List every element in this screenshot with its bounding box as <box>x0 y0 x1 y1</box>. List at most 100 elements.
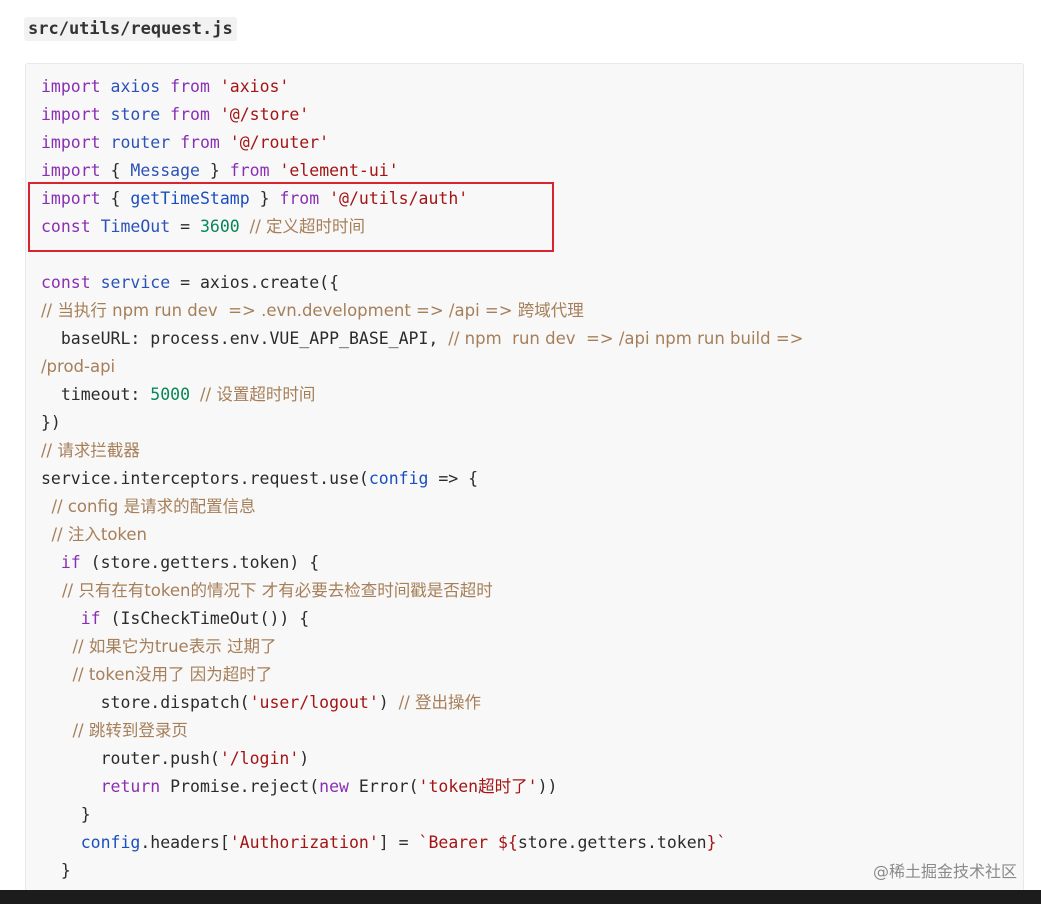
code-token: ) <box>378 693 399 712</box>
code-line: import { Message } from 'element-ui' <box>41 157 1013 185</box>
code-line: store.dispatch('user/logout') // 登出操作 <box>41 689 1013 717</box>
code-line: timeout: 5000 // 设置超时时间 <box>41 381 1013 409</box>
code-line: // config 是请求的配置信息 <box>41 493 1013 521</box>
code-token: }` <box>706 833 727 852</box>
code-line: // 只有在有token的情况下 才有必要去检查时间戳是否超时 <box>41 577 1013 605</box>
code-line: import { getTimeStamp } from '@/utils/au… <box>41 185 1013 213</box>
code-token: from <box>229 161 280 180</box>
code-block: import axios from 'axios' import store fr… <box>25 63 1024 893</box>
code-token: 'element-ui' <box>279 161 399 180</box>
bottom-bar <box>0 890 1041 904</box>
code-token: // 设置超时时间 <box>199 385 316 404</box>
code-token: store.getters.token <box>517 833 707 852</box>
code-token: = axios.create({ <box>180 273 340 292</box>
code-line: if (store.getters.token) { <box>41 549 1013 577</box>
code-token: from <box>170 105 220 124</box>
code-token: // 如果它为true表示 过期了 <box>41 637 277 656</box>
file-title: src/utils/request.js <box>24 17 237 41</box>
code-token: 'user/logout' <box>249 693 379 712</box>
code-token: Error( <box>358 777 419 796</box>
code-token: // 跳转到登录页 <box>41 721 188 740</box>
code-line: service.interceptors.request.use(config … <box>41 465 1013 493</box>
code-token: `Bearer ${ <box>418 833 518 852</box>
code-token: timeout: <box>41 385 151 404</box>
code-token: '@/utils/auth' <box>329 189 469 208</box>
code-token: const <box>41 273 101 292</box>
code-token: config <box>41 833 141 852</box>
code-line: /prod-api <box>41 353 1013 381</box>
code-token: )) <box>537 777 558 796</box>
code-line: config.headers['Authorization'] = `Beare… <box>41 829 1013 857</box>
code-token: import <box>41 161 111 180</box>
code-token: service.interceptors.request.use( <box>41 469 369 488</box>
code-token: .headers[ <box>140 833 230 852</box>
code-line: import axios from 'axios' <box>41 73 1013 101</box>
code-token: import <box>41 105 111 124</box>
code-token: /prod-api <box>41 357 116 376</box>
code-line: return Promise.reject(new Error('token超时… <box>41 773 1013 801</box>
code-token: baseURL: process.env.VUE_APP_BASE_API, <box>41 329 449 348</box>
code-token: (store.getters.token) { <box>90 553 320 572</box>
code-token: '/login' <box>219 749 300 768</box>
code-token: // 只有在有token的情况下 才有必要去检查时间戳是否超时 <box>41 581 493 600</box>
code-token: => { <box>438 469 479 488</box>
code-token: // 请求拦截器 <box>41 441 140 460</box>
code-token: import <box>41 133 111 152</box>
code-token: // npm run dev => /api npm run build => <box>448 329 804 348</box>
code-token: if <box>41 609 111 628</box>
code-token: import <box>41 189 111 208</box>
code-token: } <box>41 805 91 824</box>
code-token: from <box>170 77 220 96</box>
code-token: = <box>180 217 200 236</box>
code-token: // 定义超时时间 <box>249 217 366 236</box>
code-line: // 跳转到登录页 <box>41 717 1013 745</box>
code-token: new <box>319 777 359 796</box>
code-token: axios <box>110 77 171 96</box>
code-token: { <box>110 189 131 208</box>
code-token: // 登出操作 <box>398 693 482 712</box>
code-line: } <box>41 801 1013 829</box>
code-token: ) <box>299 749 310 768</box>
code-token: // 注入token <box>41 525 147 544</box>
code-token: 3600 <box>199 217 250 236</box>
code-token: Promise.reject( <box>170 777 320 796</box>
code-token: // config 是请求的配置信息 <box>41 497 256 516</box>
code-token: '@/store' <box>219 105 310 124</box>
code-line: } <box>41 857 1013 885</box>
code-token: Message <box>130 161 210 180</box>
code-token: '@/router' <box>229 133 330 152</box>
code-line: const service = axios.create({ <box>41 269 1013 297</box>
code-line: // 当执行 npm run dev => .evn.development =… <box>41 297 1013 325</box>
code-token: store <box>110 105 171 124</box>
code-token: return <box>41 777 171 796</box>
code-token: service <box>100 273 181 292</box>
code-line: // 如果它为true表示 过期了 <box>41 633 1013 661</box>
code-token: 'axios' <box>219 77 290 96</box>
code-token: if <box>41 553 91 572</box>
watermark: @稀土掘金技术社区 <box>872 862 1017 881</box>
code-token: } <box>41 861 71 880</box>
code-line: import store from '@/store' <box>41 101 1013 129</box>
code-token: }) <box>41 413 61 432</box>
code-token: // 当执行 npm run dev => .evn.development =… <box>41 301 584 320</box>
code-token: 'token超时了' <box>418 777 538 796</box>
code-content: import axios from 'axios' import store fr… <box>41 73 1013 885</box>
code-token: (IsCheckTimeOut()) { <box>110 609 310 628</box>
code-line: // 请求拦截器 <box>41 437 1013 465</box>
code-line: if (IsCheckTimeOut()) { <box>41 605 1013 633</box>
code-token: 'Authorization' <box>229 833 379 852</box>
code-token: ] = <box>378 833 419 852</box>
code-line: const TimeOut = 3600 // 定义超时时间 <box>41 213 1013 241</box>
code-token: } <box>209 161 230 180</box>
code-token: { <box>110 161 131 180</box>
code-token: router <box>110 133 181 152</box>
code-line: baseURL: process.env.VUE_APP_BASE_API, /… <box>41 325 1013 353</box>
code-token: 5000 <box>150 385 200 404</box>
code-line: // 注入token <box>41 521 1013 549</box>
code-token: router.push( <box>41 749 220 768</box>
code-line: import router from '@/router' <box>41 129 1013 157</box>
code-token: TimeOut <box>100 217 181 236</box>
code-token: const <box>41 217 101 236</box>
code-line: }) <box>41 409 1013 437</box>
code-line: // token没用了 因为超时了 <box>41 661 1013 689</box>
